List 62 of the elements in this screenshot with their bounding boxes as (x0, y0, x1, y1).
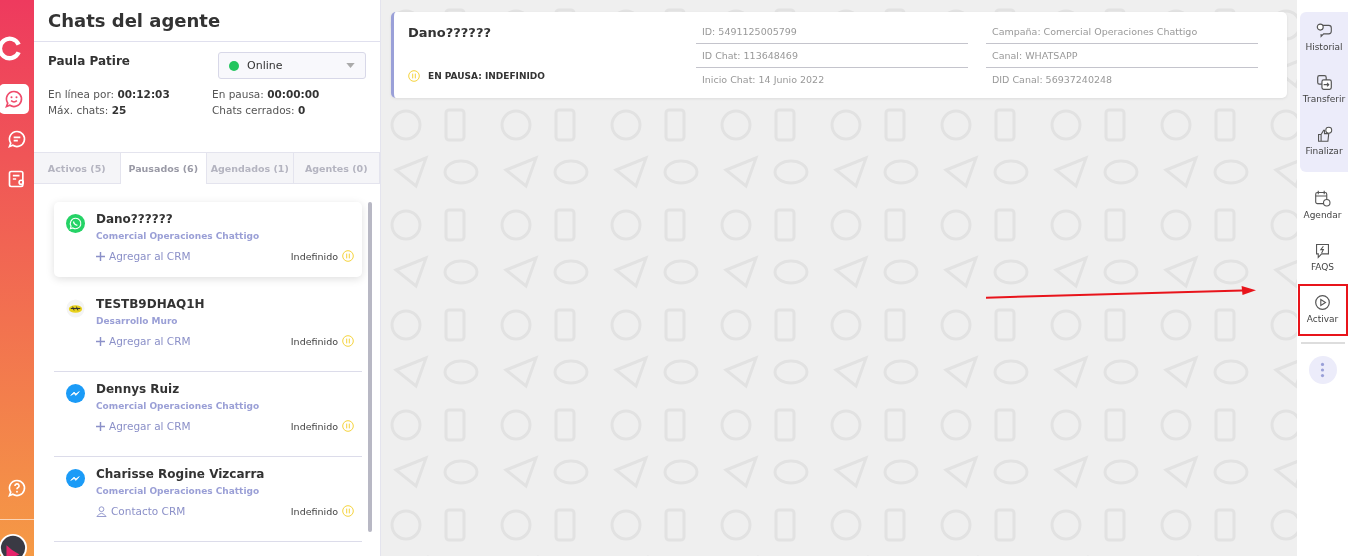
plus-icon (96, 251, 105, 261)
pause-icon (408, 70, 420, 82)
avatar[interactable] (0, 534, 27, 556)
action-button[interactable]: Historial (1300, 12, 1348, 60)
chat-detail: DID Canal: 56937240248 (991, 73, 1114, 87)
pause-icon (342, 505, 354, 517)
messenger-icon (66, 469, 85, 488)
pause-icon (342, 420, 354, 432)
pause-duration: Indefinido (290, 335, 338, 347)
action-button[interactable]: Transferir (1300, 64, 1348, 112)
contact-name: TESTB9DHAQ1H (96, 297, 206, 311)
more-icon[interactable] (1308, 356, 1337, 384)
chat-item[interactable]: Charisse Rogine Vizcarra Comercial Operaciones Chattigo Contacto CRM Indefinido (54, 457, 362, 542)
pause-duration: Indefinido (290, 505, 338, 517)
action-button[interactable]: FAQS (1297, 232, 1348, 280)
campaign-name: Comercial Operaciones Chattigo (96, 486, 261, 496)
plus-icon (96, 421, 105, 431)
transfer-icon (1315, 74, 1333, 91)
chat-detail: Canal: WHATSAPP (986, 48, 1258, 68)
scrollbar[interactable] (368, 202, 372, 532)
agent-stat: Máx. chats: 25 (48, 104, 128, 116)
chat-item[interactable]: Dennys Ruiz Comercial Operaciones Chattigo Agregar al CRM Indefinido (54, 372, 362, 457)
plus-icon (96, 336, 105, 346)
chat-contact-name: Dano?????? (408, 25, 492, 40)
chat-detail: ID: 5491125005799 (696, 24, 968, 44)
pause-icon (342, 250, 354, 262)
action-button[interactable]: Agendar (1297, 180, 1348, 228)
logo-icon (0, 36, 23, 62)
panel-title: Chats del agente (34, 0, 380, 42)
contact-name: Charisse Rogine Vizcarra (96, 467, 266, 481)
pause-duration: Indefinido (290, 250, 338, 262)
agent-name: Paula Patire (48, 53, 130, 70)
person-icon (96, 505, 107, 517)
channel-logo-icon (66, 299, 85, 318)
action-button[interactable]: Finalizar (1300, 116, 1348, 164)
agent-stat: En pausa: 00:00:00 (212, 88, 321, 100)
action-button[interactable]: Activar (1297, 284, 1348, 336)
campaign-name: Comercial Operaciones Chattigo (96, 401, 261, 411)
chat-detail: ID Chat: 113648469 (696, 48, 968, 68)
pause-duration: Indefinido (290, 420, 338, 432)
campaign-name: Comercial Operaciones Chattigo (96, 231, 261, 241)
chat-clock-icon (1315, 22, 1333, 39)
agent-stat: En línea por: 00:12:03 (48, 88, 171, 100)
bolt-bubble-icon (1314, 242, 1331, 259)
chat-item[interactable]: TESTB9DHAQ1H Desarrollo Muro Agregar al CRM Indefinido (54, 287, 362, 372)
chat-detail: Inicio Chat: 14 Junio 2022 (701, 73, 826, 87)
caret-icon (346, 63, 355, 68)
chat-detail: Campaña: Comercial Operaciones Chattigo (986, 24, 1258, 44)
agent-stat: Chats cerrados: 0 (212, 104, 307, 116)
contact-name: Dano?????? (96, 212, 174, 226)
contact-name: Dennys Ruiz (96, 382, 181, 396)
status-dropdown[interactable]: Online (218, 52, 366, 79)
campaign-name: Desarrollo Muro (96, 316, 179, 326)
chat-smiley-icon[interactable] (0, 84, 29, 114)
play-icon (1314, 294, 1331, 311)
messenger-icon (66, 384, 85, 403)
calendar-icon (1314, 190, 1331, 207)
thumbs-up-icon (1315, 126, 1333, 143)
chat-item[interactable]: Dano?????? Comercial Operaciones Chattigo Agregar al CRM Indefinido (54, 202, 362, 277)
pause-status: EN PAUSA: INDEFINIDO (428, 71, 545, 81)
whatsapp-icon (66, 214, 85, 233)
pause-icon (342, 335, 354, 347)
